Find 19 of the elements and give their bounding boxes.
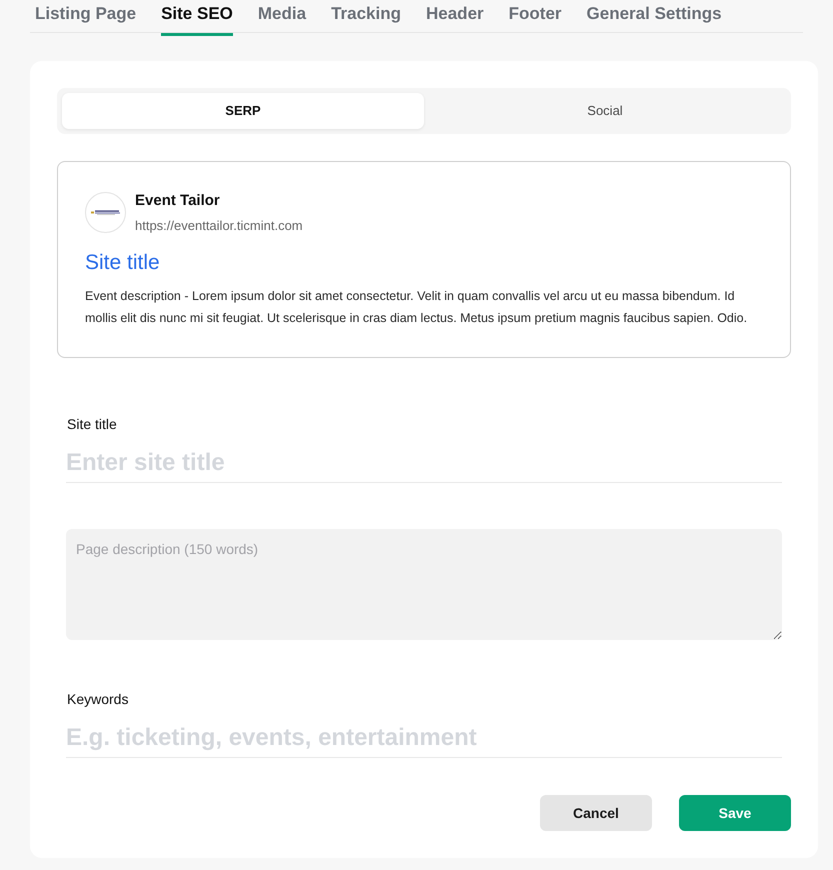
description-textarea[interactable]: Page description (150 words)	[66, 529, 782, 640]
site-url: https://eventtailor.ticmint.com	[135, 217, 303, 234]
field-label: Keywords	[66, 690, 128, 708]
cancel-button[interactable]: Cancel	[540, 795, 652, 831]
nav-tab[interactable]: Tracking	[331, 0, 401, 36]
segment-tab[interactable]: Social	[424, 93, 786, 129]
nav-tab[interactable]: General Settings	[586, 0, 722, 36]
nav-tab[interactable]: Footer	[508, 0, 562, 36]
preview-title: Site title	[85, 250, 161, 276]
logo-icon	[85, 192, 126, 233]
preview-description: Event description - Lorem ipsum dolor sit amet consectetur. Velit in quam convallis vel arcu ut eu massa bibendum. Id mollis elit dis nunc mi sit feugiat. Ut scelerisque in cras diam lectus. Metus ipsum pretium magnis faucibus sapien. Odio.	[85, 288, 748, 327]
nav-tab[interactable]: Media	[258, 0, 306, 36]
field-label: Site title	[66, 415, 117, 433]
site-name: Event Tailor	[135, 191, 221, 211]
nav-tab[interactable]: Listing Page	[35, 0, 136, 36]
segment-tab[interactable]: SERP	[62, 93, 424, 129]
nav-tab[interactable]: Header	[426, 0, 484, 36]
nav-tab[interactable]: Site SEO	[161, 0, 233, 36]
save-button[interactable]: Save	[679, 795, 791, 831]
